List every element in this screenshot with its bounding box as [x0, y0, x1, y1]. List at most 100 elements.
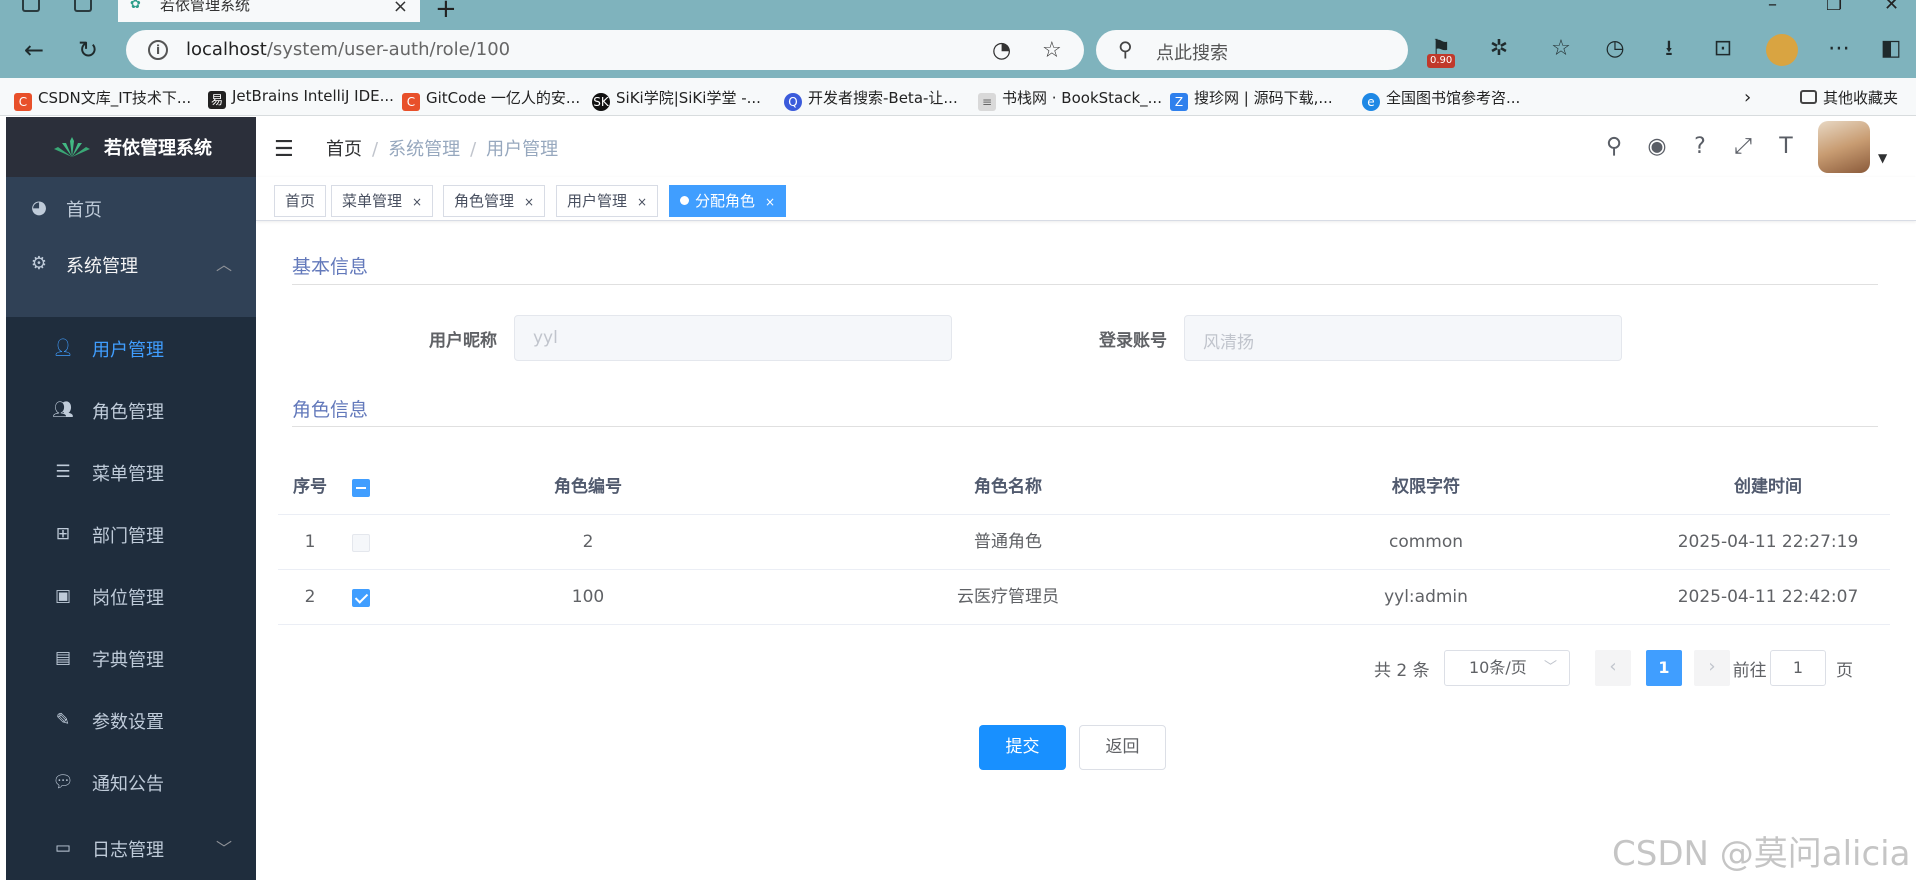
peoples-icon: 👥︎ [52, 400, 74, 420]
more-menu-icon[interactable]: ⋯ [1822, 32, 1856, 66]
bookmark-item[interactable]: 易 JetBrains IntelliJ IDE... [208, 87, 394, 109]
font-size-icon[interactable]: T [1772, 133, 1800, 161]
other-bookmarks[interactable]: 其他收藏夹 [1800, 87, 1898, 108]
bookmark-item[interactable]: Z 搜珍网 | 源码下载,... [1170, 87, 1333, 111]
bookmarks-overflow-icon[interactable]: › [1744, 87, 1751, 108]
role-key: yyl:admin [1384, 587, 1468, 607]
workspaces-icon[interactable] [22, 0, 40, 12]
close-tab-icon[interactable]: × [393, 0, 408, 17]
close-icon[interactable]: × [412, 195, 422, 209]
bookmark-item[interactable]: SK SiKi学院|SiKi学堂 -... [592, 87, 761, 111]
address-bar[interactable]: i localhost/system/user-auth/role/100 ◔ … [126, 30, 1084, 70]
extension-badge: 0.90 [1427, 54, 1456, 68]
user-avatar[interactable] [1818, 121, 1870, 173]
next-page-button[interactable]: › [1694, 650, 1730, 686]
browser-tab[interactable]: ✿ 若依管理系统 × [118, 0, 420, 22]
breadcrumb-home[interactable]: 首页 [326, 139, 362, 160]
bookmark-item[interactable]: ≡ 书栈网 · BookStack_... [978, 87, 1162, 111]
sidebar-item-notice[interactable]: 💬︎ 通知公告 [6, 751, 256, 813]
back-button[interactable]: 返回 [1079, 725, 1166, 770]
page-number-active[interactable]: 1 [1646, 650, 1682, 686]
profile-avatar[interactable] [1766, 34, 1798, 66]
tag-assign-role[interactable]: 分配角色 × [669, 185, 787, 217]
post-icon: ▣ [54, 586, 72, 606]
close-icon[interactable]: × [524, 195, 534, 209]
sidebar-item-config[interactable]: ✎ 参数设置 [6, 689, 256, 751]
question-icon[interactable]: ? [1686, 133, 1714, 161]
sidebar-item-label: 部门管理 [92, 526, 164, 547]
ruoyi-logo-icon [54, 137, 90, 157]
back-icon[interactable]: ← [18, 34, 50, 66]
close-window-icon[interactable]: ✕ [1884, 0, 1899, 15]
bookstack-icon: ≡ [978, 93, 996, 111]
sidebar-item-dict[interactable]: ▤ 字典管理 [6, 627, 256, 689]
role-key: common [1388, 532, 1464, 552]
sidebar-item-role[interactable]: 👥︎ 角色管理 [6, 379, 256, 441]
bookmark-item[interactable]: C GitCode 一亿人的安... [402, 87, 580, 111]
chevron-down-icon: ﹀ [1543, 660, 1557, 675]
breadcrumb-system: 系统管理 [388, 139, 461, 160]
bookmark-item[interactable]: Q 开发者搜索-Beta-让... [784, 87, 958, 111]
table-row[interactable]: 2 100 云医疗管理员 yyl:admin 2025-04-11 22:42:… [278, 570, 1890, 625]
tree-icon: ⊞ [55, 524, 71, 544]
user-icon: 👤︎ [52, 338, 74, 358]
row-checkbox[interactable] [352, 589, 370, 607]
sidebar-item-dept[interactable]: ⊞ 部门管理 [6, 503, 256, 565]
browser-navbar: ← ↻ i localhost/system/user-auth/role/10… [0, 22, 1916, 78]
search-placeholder: 点此搜索 [1156, 43, 1228, 64]
screenshot-icon[interactable]: ⊡ [1706, 32, 1740, 66]
app-header: ☰ 首页 / 系统管理 / 用户管理 ⚲ ◉ ? ⤢ T ▼ [256, 117, 1916, 177]
role-id: 2 [582, 532, 594, 552]
tag-user[interactable]: 用户管理 × [556, 185, 659, 217]
restore-icon[interactable]: ❐ [1826, 0, 1842, 15]
search-icon[interactable]: ⚲ [1600, 133, 1628, 161]
page-suffix: 页 [1836, 661, 1853, 681]
favorites-icon[interactable]: ☆ [1544, 32, 1578, 66]
fullscreen-icon[interactable]: ⤢ [1729, 133, 1757, 161]
sidebar-toggle-icon[interactable]: ◧ [1874, 32, 1908, 66]
prev-page-button[interactable]: ‹ [1595, 650, 1631, 686]
page-size-select[interactable]: 10条/页 ﹀ [1444, 650, 1570, 686]
close-icon[interactable]: × [637, 195, 647, 209]
history-icon[interactable]: ◷ [1598, 32, 1632, 66]
sidebar-item-home[interactable]: ◕ 首页 [6, 177, 256, 239]
goto-label: 前往 [1732, 661, 1767, 681]
tag-role[interactable]: 角色管理 × [443, 185, 546, 217]
minimize-icon[interactable]: – [1768, 0, 1777, 15]
bookmark-item[interactable]: C CSDN文库_IT技术下... [14, 87, 191, 111]
site-info-icon[interactable]: i [148, 40, 168, 60]
refresh-icon[interactable]: ↻ [72, 34, 104, 66]
downloads-icon[interactable]: ⭳ [1652, 32, 1686, 66]
tag-menu[interactable]: 菜单管理 × [331, 185, 434, 217]
goto-page-input[interactable]: 1 [1770, 650, 1826, 686]
tag-home[interactable]: 首页 [274, 185, 327, 217]
sidebar-item-system[interactable]: ⚙ 系统管理 ︿ [6, 233, 256, 295]
divider [292, 284, 1878, 285]
hamburger-icon[interactable]: ☰ [274, 137, 294, 162]
url-text[interactable]: localhost/system/user-auth/role/100 [186, 39, 510, 60]
close-icon[interactable]: × [765, 195, 775, 209]
browser-search-box[interactable]: ⚲ 点此搜索 [1096, 30, 1408, 70]
caret-down-icon[interactable]: ▼ [1878, 151, 1887, 165]
nickname-label: 用户昵称 [429, 331, 497, 351]
sidebar-item-post[interactable]: ▣ 岗位管理 [6, 565, 256, 627]
read-aloud-icon[interactable]: ◔ [992, 38, 1011, 63]
tab-title: 若依管理系统 [160, 0, 251, 14]
bookmark-item[interactable]: e 全国图书馆参考咨... [1362, 87, 1520, 111]
submit-button[interactable]: 提交 [979, 725, 1066, 770]
row-checkbox[interactable] [352, 534, 370, 552]
github-icon[interactable]: ◉ [1643, 133, 1671, 161]
sidebar-item-menu[interactable]: ☰ 菜单管理 [6, 441, 256, 503]
sidebar-item-log[interactable]: ▭ 日志管理 ﹀ [6, 817, 256, 879]
table-row[interactable]: 1 2 普通角色 common 2025-04-11 22:27:19 [278, 515, 1890, 570]
col-role-key-header: 权限字符 [1392, 477, 1460, 497]
select-all-checkbox[interactable] [352, 479, 370, 497]
sidebar-logo[interactable]: 若依管理系统 [6, 117, 256, 177]
extensions-icon[interactable]: ✲ [1482, 32, 1516, 66]
sidebar-item-label: 用户管理 [92, 340, 164, 361]
edit-icon: ✎ [55, 710, 71, 730]
tab-actions-icon[interactable] [74, 0, 92, 12]
new-tab-icon[interactable]: + [435, 0, 457, 24]
favorite-star-icon[interactable]: ☆ [1042, 38, 1062, 63]
sidebar-item-user[interactable]: 👤︎ 用户管理 [6, 317, 256, 379]
